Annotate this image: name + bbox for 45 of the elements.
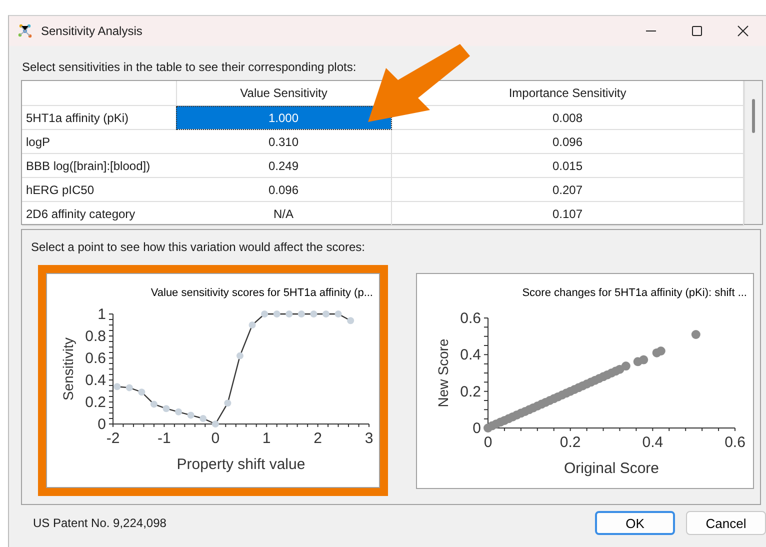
table-cell[interactable]: 0.207 (392, 178, 744, 202)
tick-label: 0.2 (460, 383, 481, 400)
table-cell[interactable]: 0.096 (392, 130, 744, 154)
table-cell[interactable]: 0.249 (176, 154, 392, 178)
tick-label: 2 (314, 430, 322, 447)
ok-button[interactable]: OK (595, 511, 675, 535)
tick-label: 0 (98, 416, 106, 433)
row-header: logP (22, 130, 176, 154)
chart-title: Score changes for 5HT1a affinity (pKi): shift ... (522, 287, 747, 299)
x-axis-label: Original Score (564, 460, 660, 477)
y-axis-label: Sensitivity (60, 337, 76, 401)
tick-label: 0.4 (642, 434, 664, 451)
window-title: Sensitivity Analysis (41, 24, 144, 38)
tick-label: 0 (484, 434, 492, 451)
table-cell[interactable]: 0.015 (392, 154, 744, 178)
table-cell[interactable]: 0.107 (392, 202, 744, 226)
chart-title: Value sensitivity scores for 5HT1a affinity (p... (150, 287, 373, 299)
tick-label: 0 (472, 420, 481, 437)
instruction-text: Select a point to see how this variation would affect the scores: (31, 240, 366, 254)
tick-label: 0.4 (85, 372, 106, 389)
tick-label: -1 (158, 430, 171, 447)
cancel-button[interactable]: Cancel (686, 511, 766, 535)
row-header: hERG pIC50 (22, 178, 176, 202)
tick-label: 0.6 (460, 310, 481, 327)
row-header: BBB log([brain]:[blood]) (22, 154, 176, 178)
tick-label: 0 (211, 430, 220, 447)
tick-label: 0.2 (560, 434, 581, 451)
tick-label: 1 (98, 306, 106, 323)
x-axis-label: Property shift value (176, 456, 306, 473)
patent-text: US Patent No. 9,224,098 (33, 516, 168, 530)
tick-label: 0.4 (460, 346, 481, 364)
instruction-text: Select sensitivities in the table to see their corresponding plots: (22, 60, 358, 74)
y-axis-label: New Score (435, 338, 451, 408)
tick-label: 1 (262, 430, 271, 447)
tick-label: 0.6 (724, 434, 746, 451)
tick-label: -2 (106, 430, 120, 447)
tick-label: 3 (364, 430, 374, 447)
table-cell[interactable]: 1.000 (176, 106, 392, 130)
tick-label: 0.8 (85, 328, 106, 345)
table-cell[interactable]: 0.310 (176, 130, 392, 154)
row-header: 2D6 affinity category (22, 202, 176, 226)
tick-label: 0.2 (85, 394, 106, 411)
table-cell[interactable]: N/A (176, 202, 392, 226)
table-cell[interactable]: 0.096 (176, 178, 392, 202)
tick-label: 0.6 (85, 350, 106, 367)
